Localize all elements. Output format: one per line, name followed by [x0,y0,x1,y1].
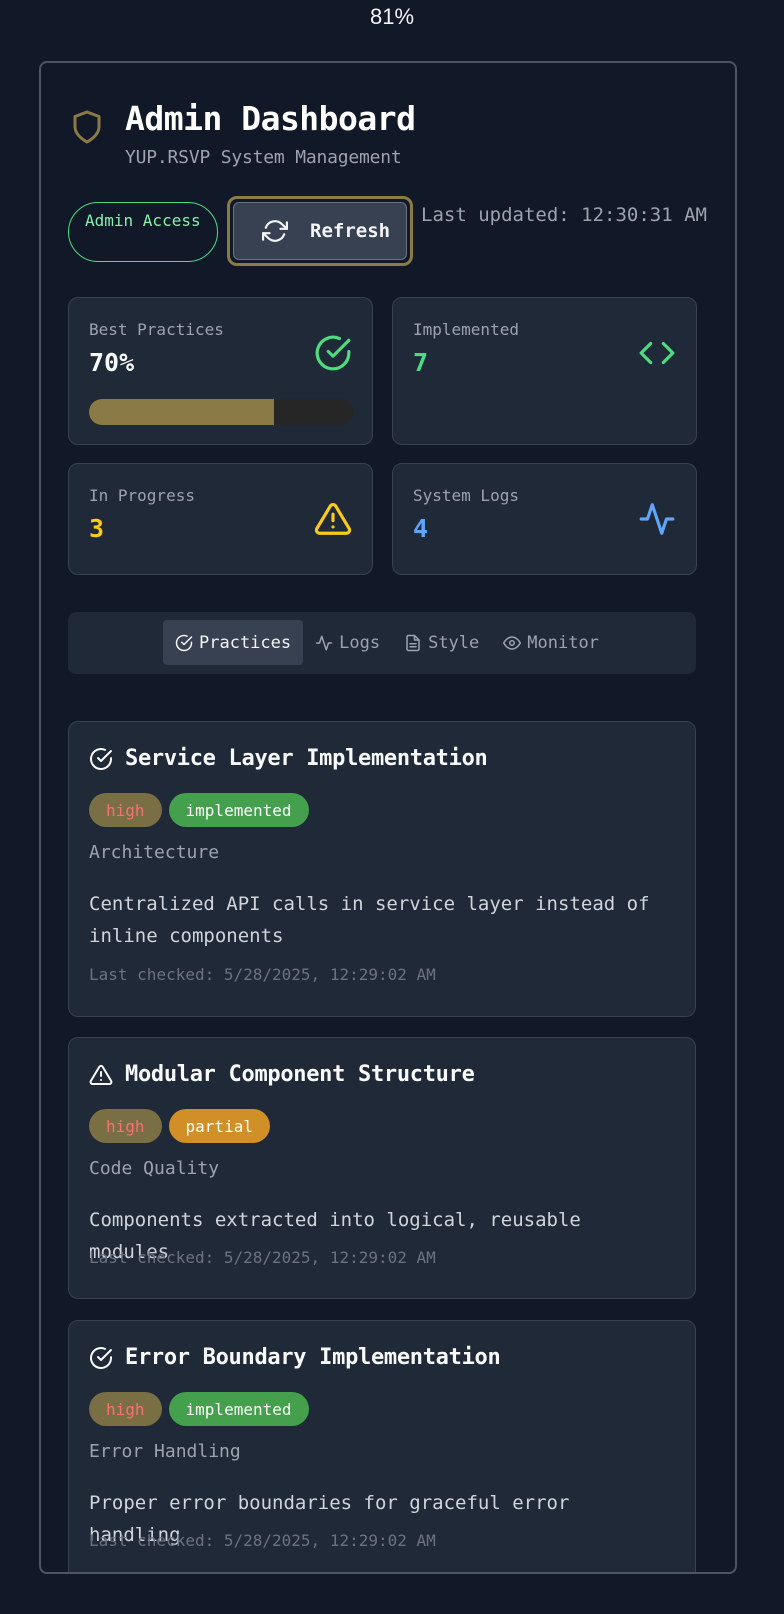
best-practices-card: Best Practices 70% [68,297,373,445]
admin-dashboard-panel: Admin Dashboard YUP.RSVP System Manageme… [39,61,737,1574]
last-updated-text: Last updated: 12:30:31 AM [421,204,707,226]
practice-card: Modular Component Structure high partial… [68,1037,696,1299]
best-practices-progress-bar [89,399,353,425]
practice-category: Code Quality [89,1158,220,1179]
shield-icon [73,110,101,144]
priority-badge: high [89,1109,162,1143]
implemented-card: Implemented 7 [392,297,697,445]
page-subtitle: YUP.RSVP System Management [125,147,402,168]
implemented-value: 7 [413,348,429,377]
last-checked: Last checked: 5/28/2025, 12:29:02 AM [89,1531,436,1550]
eye-icon [503,635,522,650]
system-logs-value: 4 [413,514,429,543]
priority-badge: high [89,793,162,827]
dashboard-header: Admin Dashboard YUP.RSVP System Manageme… [69,97,416,168]
refresh-label: Refresh [310,220,391,242]
practice-category: Architecture [89,842,220,863]
activity-icon [639,503,675,535]
best-practices-value: 70% [89,348,135,377]
practice-card: Error Boundary Implementation high imple… [68,1320,696,1572]
best-practices-label: Best Practices [89,320,224,339]
status-badge: implemented [168,793,309,827]
status-badge: implemented [168,1392,309,1426]
tab-label: Monitor [527,632,599,653]
in-progress-label: In Progress [89,486,195,505]
activity-icon [315,635,333,650]
admin-access-badge: Admin Access [68,202,218,262]
priority-badge: high [89,1392,162,1426]
implemented-label: Implemented [413,320,519,339]
last-checked: Last checked: 5/28/2025, 12:29:02 AM [89,1248,436,1267]
file-text-icon [406,634,420,651]
status-badge: partial [168,1109,270,1143]
check-circle-icon [175,634,193,651]
practice-card: Service Layer Implementation high implem… [68,721,696,1017]
system-logs-card: System Logs 4 [392,463,697,575]
tab-bar: Practices Logs Style Monitor [68,612,696,674]
tab-practices[interactable]: Practices [163,620,304,665]
last-checked: Last checked: 5/28/2025, 12:29:02 AM [89,965,436,984]
check-circle-icon [315,335,351,371]
tab-style[interactable]: Style [392,620,491,665]
zoom-level: 81% [369,4,415,29]
page-title: Admin Dashboard [125,99,416,138]
practice-title: Service Layer Implementation [125,746,488,771]
tab-label: Logs [339,632,381,653]
in-progress-card: In Progress 3 [68,463,373,575]
tab-monitor[interactable]: Monitor [491,620,611,665]
warning-triangle-icon [314,503,352,535]
in-progress-value: 3 [89,514,105,543]
warning-triangle-icon [89,1064,113,1085]
tab-label: Style [428,632,480,653]
system-logs-label: System Logs [413,486,519,505]
practice-title: Modular Component Structure [125,1062,475,1087]
check-circle-icon [90,1346,112,1369]
progress-fill [89,399,274,425]
practice-category: Error Handling [89,1441,241,1462]
refresh-icon [262,220,288,242]
code-icon [639,341,675,365]
practice-description: Centralized API calls in service layer i… [89,893,650,947]
tab-label: Practices [199,632,292,653]
refresh-button[interactable]: Refresh [227,196,413,266]
tab-logs[interactable]: Logs [303,620,392,665]
practice-title: Error Boundary Implementation [125,1345,501,1370]
check-circle-icon [90,747,112,770]
